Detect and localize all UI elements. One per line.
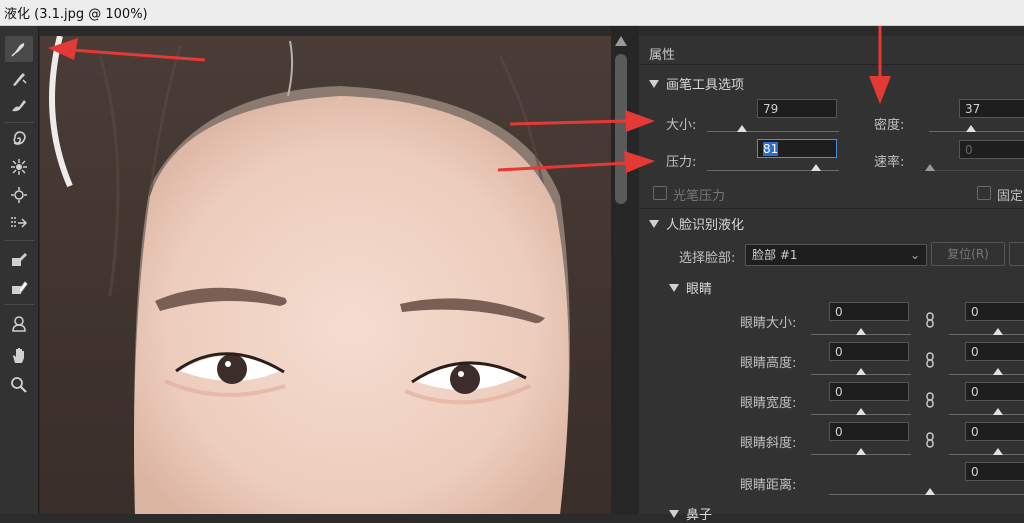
stylus-pressure-label: 光笔压力: [673, 189, 726, 204]
collapse-triangle-icon: [649, 80, 659, 88]
eye-tilt-right-handle[interactable]: [993, 448, 1003, 455]
smooth-brush-icon: [12, 100, 26, 112]
select-face-dropdown[interactable]: 脸部 #1 ⌄: [745, 244, 927, 266]
pressure-slider-handle[interactable]: [811, 164, 821, 171]
eye-height-left-handle[interactable]: [856, 368, 866, 375]
eye-tilt-left-input[interactable]: 0: [829, 422, 909, 441]
reset-button[interactable]: 复位(R): [931, 242, 1005, 266]
eye-size-right-input[interactable]: 0: [965, 302, 1024, 321]
panel-title: 属性: [649, 48, 676, 63]
rate-label: 速率:: [874, 155, 905, 170]
pressure-label: 压力:: [666, 155, 697, 170]
smooth-tool[interactable]: [5, 92, 33, 118]
chevron-down-icon: ⌄: [909, 248, 920, 262]
forward-warp-tool[interactable]: [5, 36, 33, 62]
link-chain-icon[interactable]: [925, 312, 935, 328]
eye-distance-input[interactable]: 0: [965, 462, 1024, 481]
hand-tool[interactable]: [5, 342, 33, 368]
thaw-mask-tool[interactable]: [5, 274, 33, 300]
freeze-mask-icon: [12, 253, 27, 266]
link-chain-icon[interactable]: [925, 432, 935, 448]
reconstruct-tool[interactable]: [5, 66, 33, 92]
eye-width-right-handle[interactable]: [993, 408, 1003, 415]
stylus-pressure-checkbox[interactable]: [653, 186, 667, 200]
eye-tilt-left-handle[interactable]: [856, 448, 866, 455]
properties-panel: 属性 画笔工具选项 大小: 79 密度: 37 压力: 81 速率: 0 光笔压…: [639, 36, 1024, 523]
eye-size-left-input[interactable]: 0: [829, 302, 909, 321]
canvas-scrollbar[interactable]: [611, 26, 631, 514]
push-left-tool[interactable]: [5, 210, 33, 236]
warp-brush-icon: [11, 43, 25, 57]
eye-width-right-input[interactable]: 0: [965, 382, 1024, 401]
eye-width-right-slider[interactable]: [949, 414, 1024, 415]
face-icon: [12, 316, 26, 332]
tool-bar: [0, 26, 39, 514]
link-chain-icon[interactable]: [925, 352, 935, 368]
collapse-triangle-icon: [669, 284, 679, 292]
eye-distance-handle[interactable]: [925, 488, 935, 495]
density-slider-handle[interactable]: [966, 125, 976, 132]
pucker-tool[interactable]: [5, 154, 33, 180]
scroll-thumb[interactable]: [615, 54, 627, 204]
eye-height-left-input[interactable]: 0: [829, 342, 909, 361]
eye-tilt-label: 眼睛斜度:: [740, 436, 797, 451]
eye-height-right-handle[interactable]: [993, 368, 1003, 375]
eye-width-left-handle[interactable]: [856, 408, 866, 415]
rate-input[interactable]: 0: [959, 140, 1024, 159]
eye-tilt-right-slider[interactable]: [949, 454, 1024, 455]
density-slider[interactable]: [929, 131, 1024, 132]
collapse-triangle-icon: [649, 220, 659, 228]
density-input[interactable]: 37: [959, 99, 1024, 118]
eye-width-left-input[interactable]: 0: [829, 382, 909, 401]
size-slider[interactable]: [707, 131, 839, 132]
twirl-icon: [13, 131, 26, 145]
eye-size-right-slider[interactable]: [949, 334, 1024, 335]
rate-slider-handle[interactable]: [925, 164, 935, 171]
portrait-photo: [40, 36, 611, 514]
eye-size-label: 眼睛大小:: [740, 316, 797, 331]
eye-height-label: 眼睛高度:: [740, 356, 797, 371]
zoom-tool[interactable]: [5, 372, 33, 398]
eye-width-label: 眼睛宽度:: [740, 396, 797, 411]
size-input[interactable]: 79: [757, 99, 837, 118]
twirl-tool[interactable]: [5, 126, 33, 152]
face-aware-heading[interactable]: 人脸识别液化: [649, 214, 744, 233]
scroll-up-icon[interactable]: [615, 36, 627, 46]
pressure-input[interactable]: 81: [757, 139, 837, 158]
pin-edges-checkbox[interactable]: [977, 186, 991, 200]
zoom-icon: [11, 377, 27, 393]
eye-size-right-handle[interactable]: [993, 328, 1003, 335]
bloat-icon: [11, 187, 27, 203]
eyes-heading[interactable]: 眼睛: [669, 278, 712, 297]
pin-edges-label: 固定: [997, 189, 1024, 204]
all-button[interactable]: [1009, 242, 1024, 266]
eye-tilt-right-input[interactable]: 0: [965, 422, 1024, 441]
freeze-mask-tool[interactable]: [5, 246, 33, 272]
rate-slider[interactable]: [929, 170, 1024, 171]
bloat-tool[interactable]: [5, 182, 33, 208]
thaw-mask-icon: [12, 281, 28, 294]
hand-icon: [13, 348, 24, 363]
collapse-triangle-icon: [669, 510, 679, 518]
size-label: 大小:: [666, 118, 697, 133]
link-chain-icon[interactable]: [925, 392, 935, 408]
eye-height-right-slider[interactable]: [949, 374, 1024, 375]
window-titlebar: 液化 (3.1.jpg @ 100%): [0, 0, 1024, 26]
eye-size-left-handle[interactable]: [856, 328, 866, 335]
brush-options-heading[interactable]: 画笔工具选项: [649, 74, 744, 93]
pucker-icon: [11, 159, 27, 175]
push-left-icon: [11, 217, 28, 229]
eye-height-right-input[interactable]: 0: [965, 342, 1024, 361]
window-title: 液化 (3.1.jpg @ 100%): [4, 7, 148, 22]
density-label: 密度:: [874, 118, 905, 133]
image-canvas[interactable]: [40, 36, 611, 514]
eye-distance-label: 眼睛距离:: [740, 478, 797, 493]
face-tool[interactable]: [5, 310, 33, 336]
size-slider-handle[interactable]: [737, 125, 747, 132]
select-face-label: 选择脸部:: [679, 251, 736, 266]
reconstruct-brush-icon: [13, 73, 27, 86]
